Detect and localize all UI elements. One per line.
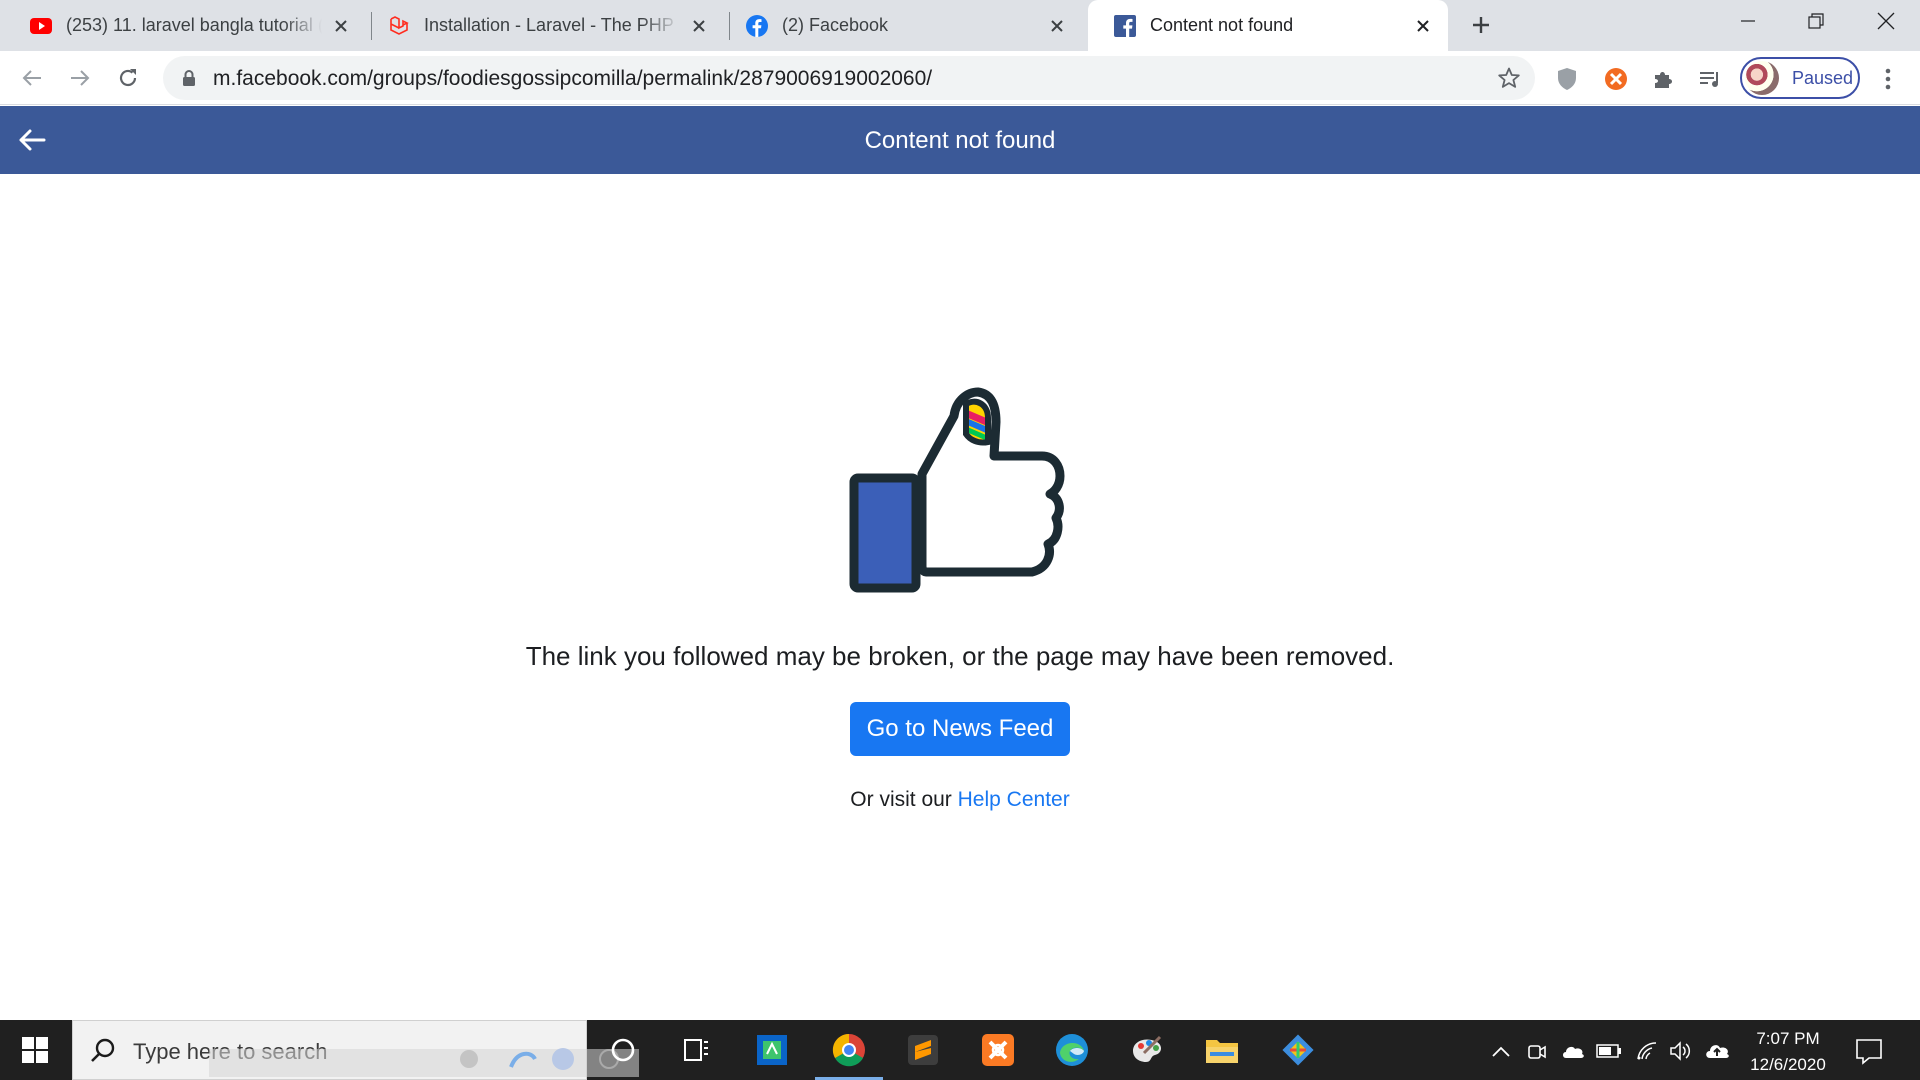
puzzle-extensions-icon[interactable] xyxy=(1650,66,1676,92)
edge-icon[interactable] xyxy=(1052,1030,1092,1070)
new-tab-button[interactable] xyxy=(1466,10,1496,40)
file-explorer-icon[interactable] xyxy=(1202,1030,1242,1070)
notification-center-icon[interactable] xyxy=(1854,1036,1884,1066)
go-to-news-feed-button[interactable]: Go to News Feed xyxy=(850,702,1070,756)
task-view-icon[interactable] xyxy=(676,1030,716,1070)
page-title: Content not found xyxy=(864,127,1056,154)
paint-icon[interactable] xyxy=(1127,1030,1167,1070)
search-icon xyxy=(91,1038,115,1062)
lock-icon xyxy=(183,70,195,86)
screen: (253) 11. laravel bangla tutorial (e Ins… xyxy=(0,0,1920,1080)
tab-title: Content not found xyxy=(1150,15,1294,35)
browser-tab-strip: (253) 11. laravel bangla tutorial (e Ins… xyxy=(0,0,1920,51)
address-bar[interactable]: m.facebook.com/groups/foodiesgossipcomil… xyxy=(163,56,1535,100)
meet-now-icon[interactable] xyxy=(1524,1038,1550,1064)
close-icon[interactable] xyxy=(330,15,352,37)
clock-time: 7:07 PM xyxy=(1756,1029,1820,1048)
tab-facebook[interactable]: (2) Facebook xyxy=(720,0,1082,51)
tab-youtube[interactable]: (253) 11. laravel bangla tutorial (e xyxy=(4,0,366,51)
tab-content-not-found[interactable]: Content not found xyxy=(1088,0,1448,51)
browser-toolbar: m.facebook.com/groups/foodiesgossipcomil… xyxy=(0,51,1920,105)
youtube-icon xyxy=(30,15,52,37)
close-icon[interactable] xyxy=(1412,15,1434,37)
reload-button[interactable] xyxy=(110,60,146,96)
avatar xyxy=(1745,61,1779,95)
forward-button[interactable] xyxy=(62,60,98,96)
windows-start-icon[interactable] xyxy=(0,1020,70,1080)
facebook-circle-icon xyxy=(746,14,768,37)
chrome-icon[interactable] xyxy=(829,1030,869,1070)
orange-extension-icon[interactable] xyxy=(1603,66,1629,92)
close-window-button[interactable] xyxy=(1852,0,1920,42)
close-icon[interactable] xyxy=(1046,15,1068,37)
laravel-icon xyxy=(388,15,410,37)
clock-date: 12/6/2020 xyxy=(1750,1055,1826,1074)
profile-status: Paused xyxy=(1792,67,1854,88)
help-center-link[interactable]: Help Center xyxy=(958,788,1070,811)
more-menu-icon[interactable] xyxy=(1876,65,1900,93)
battery-icon[interactable] xyxy=(1596,1038,1622,1064)
windows-taskbar: Type here to search xyxy=(0,1020,1920,1080)
volume-icon[interactable] xyxy=(1668,1038,1694,1064)
tab-title: Installation - Laravel - The PHP Fr xyxy=(424,15,680,35)
bookmark-star-icon[interactable] xyxy=(1497,66,1521,90)
page-header: Content not found xyxy=(0,106,1920,174)
wifi-icon[interactable] xyxy=(1634,1038,1660,1064)
taskbar-search-box[interactable]: Type here to search xyxy=(72,1020,639,1080)
onedrive-cloud-icon[interactable] xyxy=(1560,1038,1586,1064)
git-app-icon[interactable] xyxy=(1278,1030,1318,1070)
shield-extension-icon[interactable] xyxy=(1554,66,1580,92)
tab-title: (253) 11. laravel bangla tutorial (e xyxy=(66,15,322,35)
restore-button[interactable] xyxy=(1782,0,1850,42)
facebook-square-icon xyxy=(1114,14,1136,37)
error-message: The link you followed may be broken, or … xyxy=(525,641,1395,671)
media-queue-icon[interactable] xyxy=(1697,66,1723,92)
store-app-icon[interactable] xyxy=(752,1030,792,1070)
help-prefix: Or visit our xyxy=(850,788,952,811)
sublime-text-icon[interactable] xyxy=(903,1030,943,1070)
chevron-up-icon[interactable] xyxy=(1488,1038,1514,1064)
close-icon[interactable] xyxy=(688,15,710,37)
upload-cloud-icon[interactable] xyxy=(1704,1038,1730,1064)
url-text[interactable]: m.facebook.com/groups/foodiesgossipcomil… xyxy=(213,67,932,91)
cortana-icon[interactable] xyxy=(603,1030,643,1070)
tab-laravel[interactable]: Installation - Laravel - The PHP Fr xyxy=(362,0,724,51)
system-clock[interactable]: 7:07 PM 12/6/2020 xyxy=(1730,1026,1846,1078)
minimize-button[interactable] xyxy=(1714,0,1782,42)
tab-title: (2) Facebook xyxy=(782,15,889,35)
search-highlight-art xyxy=(209,1048,639,1077)
help-line: Or visit our Help Center xyxy=(0,788,1920,812)
back-button[interactable] xyxy=(14,60,50,96)
thumbs-up-icon xyxy=(849,387,1065,593)
profile-button[interactable]: Paused xyxy=(1740,57,1860,99)
xampp-icon[interactable] xyxy=(978,1030,1018,1070)
